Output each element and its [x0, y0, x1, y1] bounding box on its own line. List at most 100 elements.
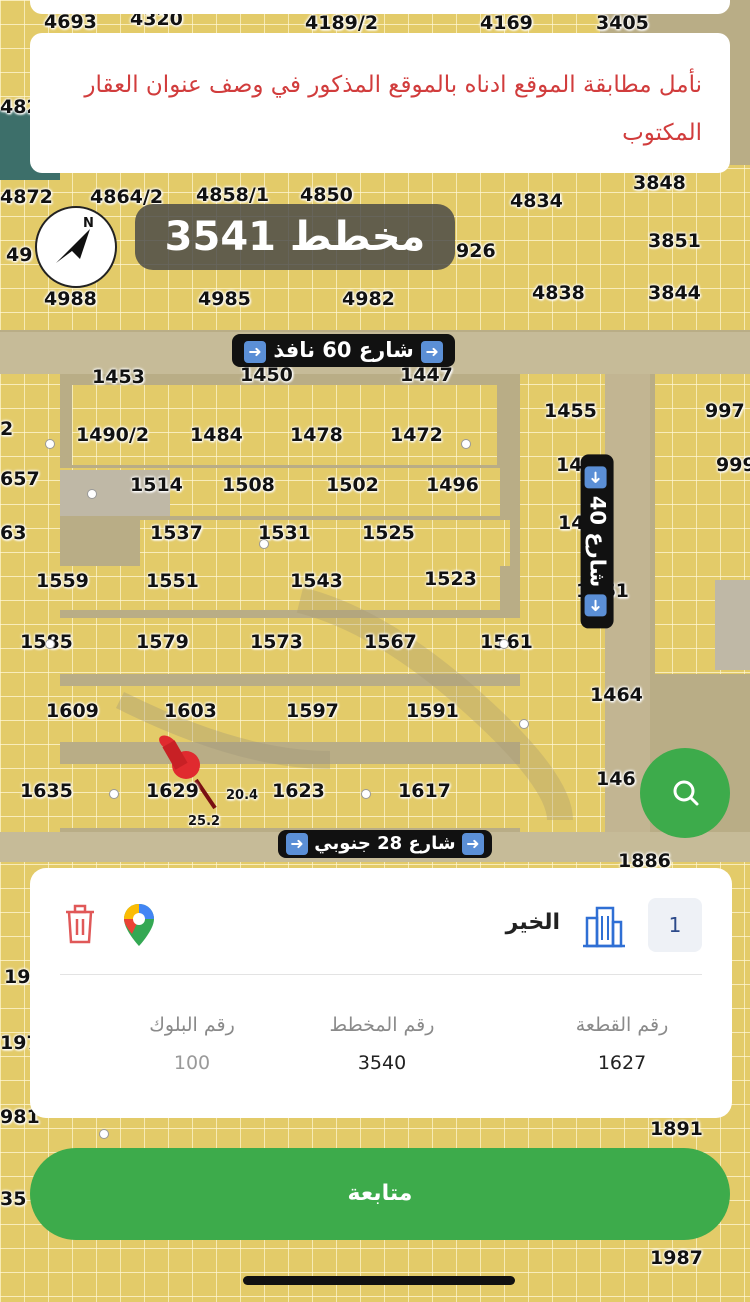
parcel-label: 4189/2 [305, 12, 379, 34]
parcel-number-value: 1627 [597, 1052, 647, 1074]
parcel-label: 1525 [362, 522, 415, 544]
parcel-label: 1484 [190, 424, 243, 446]
parcel-label: 2 [0, 418, 14, 440]
parcel-label: 1623 [272, 780, 325, 802]
parcel-label: 1464 [590, 684, 643, 706]
parcel-label: 4858/1 [196, 184, 270, 206]
parcel-label: 1579 [136, 631, 189, 653]
parcel-label: 1502 [326, 474, 379, 496]
parcel-dot [46, 640, 54, 648]
plan-number-label: رقم المخطط [329, 1014, 435, 1036]
search-icon [673, 780, 699, 806]
trash-icon[interactable] [64, 904, 96, 944]
street-label-28: ➜ شارع 28 جنوبي ➜ [278, 830, 492, 858]
plan-number-value: 3540 [357, 1052, 407, 1074]
parcel-label: 1514 [130, 474, 183, 496]
parcel-label: 1891 [650, 1118, 703, 1140]
street-28-text: شارع 28 جنوبي [314, 833, 456, 854]
parcel-label: 1987 [650, 1247, 703, 1269]
parcel-label: 4838 [532, 282, 585, 304]
parcel-dimension-label: 20.4 [226, 788, 259, 803]
parcel-label: 146 [596, 768, 636, 790]
parcel-label: 997 [705, 400, 745, 422]
parcel-label: 3405 [596, 12, 649, 34]
google-maps-icon[interactable] [122, 902, 156, 948]
parcel-label: 1591 [406, 700, 459, 722]
arrow-up-icon: ➜ [584, 594, 607, 617]
parcel-label: 4850 [300, 184, 353, 206]
parcel-label: 1567 [364, 631, 417, 653]
parcel-label: 4169 [480, 12, 533, 34]
parcel-label: 926 [456, 240, 496, 262]
parcel-label: 1447 [400, 364, 453, 386]
parcel-index-badge: 1 [648, 898, 702, 952]
parcel-label: 1573 [250, 631, 303, 653]
parcel-label: 1559 [36, 570, 89, 592]
parcel-label: 1543 [290, 570, 343, 592]
parcel-label: 1523 [424, 568, 477, 590]
parcel-dot [46, 440, 54, 448]
parcel-dimension-label: 25.2 [188, 814, 221, 829]
parcel-label: 1478 [290, 424, 343, 446]
parcel-dot [260, 540, 268, 548]
zoom-search-button[interactable] [640, 748, 730, 838]
parcel-label: 1450 [240, 364, 293, 386]
area-name: الخير [505, 910, 560, 935]
parcel-label: 35 [0, 1188, 27, 1210]
continue-button[interactable]: متابعة [30, 1148, 730, 1240]
home-indicator[interactable] [243, 1276, 515, 1285]
parcel-label: 19 [4, 966, 31, 988]
parcel-dot [462, 440, 470, 448]
parcel-label: 1629 [146, 780, 199, 802]
card-divider [60, 974, 702, 975]
arrow-right-icon: ➜ [286, 833, 308, 855]
parcel-info-card: 1 الخير رقم القطعة 1627 رقم المخطط 3540 … [30, 868, 732, 1118]
parcel-dot [500, 640, 508, 648]
parcel-label: 657 [0, 468, 40, 490]
parcel-label: 1508 [222, 474, 275, 496]
parcel-dot [88, 490, 96, 498]
notice-banner: نأمل مطابقة الموقع ادناه بالموقع المذكور… [30, 33, 730, 173]
parcel-dot [362, 790, 370, 798]
street-60-text: شارع 60 نافذ [273, 338, 414, 362]
parcel-label: 1496 [426, 474, 479, 496]
arrow-up-icon: ➜ [584, 466, 607, 489]
parcel-dot [520, 720, 528, 728]
block-number-value: 100 [173, 1052, 211, 1074]
parcel-label: 1603 [164, 700, 217, 722]
parcel-label: 63 [0, 522, 27, 544]
parcel-label: 3851 [648, 230, 701, 252]
parcel-label: 1472 [390, 424, 443, 446]
parcel-label: 1635 [20, 780, 73, 802]
street-label-60: ➜ شارع 60 نافذ ➜ [232, 334, 456, 367]
parcel-label: 1551 [146, 570, 199, 592]
svg-text:N: N [83, 216, 94, 231]
parcel-label: 1537 [150, 522, 203, 544]
parcel-label: 1453 [92, 366, 145, 388]
plan-number-badge: مخطط 3541 [135, 204, 455, 270]
arrow-right-icon: ➜ [244, 341, 266, 363]
parcel-dot [100, 1130, 108, 1138]
parcel-label: 3848 [633, 172, 686, 194]
parcel-dot [110, 790, 118, 798]
parcel-label: 4988 [44, 288, 97, 310]
parcel-label: 1455 [544, 400, 597, 422]
arrow-right-icon: ➜ [421, 341, 444, 363]
street-40-text: شارع 40 [585, 495, 610, 588]
parcel-number-label: رقم القطعة [575, 1014, 669, 1036]
parcel-label: 4834 [510, 190, 563, 212]
street-label-40: ➜ شارع 40 ➜ [580, 454, 614, 629]
parcel-label: 3844 [648, 282, 701, 304]
top-card-edge [30, 0, 730, 14]
parcel-label: 1617 [398, 780, 451, 802]
parcel-label: 4693 [44, 11, 97, 33]
parcel-label: 49 [6, 244, 33, 266]
parcel-label: 1597 [286, 700, 339, 722]
block-number-label: رقم البلوك [149, 1014, 235, 1036]
arrow-right-icon: ➜ [461, 833, 484, 855]
parcel-label: 1490/2 [76, 424, 150, 446]
notice-text: نأمل مطابقة الموقع ادناه بالموقع المذكور… [84, 72, 702, 146]
compass-icon[interactable]: N [34, 205, 118, 289]
parcel-label: 4982 [342, 288, 395, 310]
parcel-label: 999 [716, 454, 750, 476]
